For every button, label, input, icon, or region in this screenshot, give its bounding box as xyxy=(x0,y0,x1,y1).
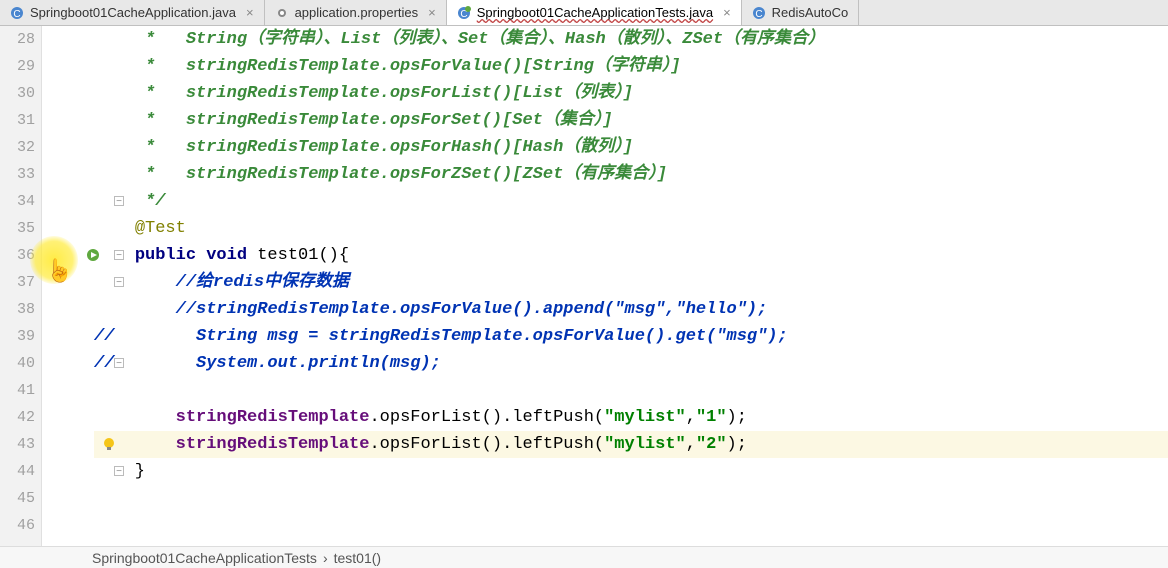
svg-text:C: C xyxy=(13,9,20,20)
code-line[interactable]: // String msg = stringRedisTemplate.opsF… xyxy=(94,323,1168,350)
code-line[interactable]: * stringRedisTemplate.opsForSet()[Set（集合… xyxy=(94,107,1168,134)
class-file-icon: C xyxy=(10,6,24,20)
code-line[interactable]: * String（字符串）、List（列表）、Set（集合）、Hash（散列）、… xyxy=(94,26,1168,53)
line-number: 28 xyxy=(0,26,35,53)
editor-area: 28293031323334353637383940414243444546 −… xyxy=(0,26,1168,546)
line-number: 34 xyxy=(0,188,35,215)
fold-end-icon[interactable]: − xyxy=(114,196,124,206)
class-file-icon: C xyxy=(752,6,766,20)
code-line[interactable]: //stringRedisTemplate.opsForValue().appe… xyxy=(94,296,1168,323)
tab-label: application.properties xyxy=(295,5,419,20)
code-line[interactable]: public void test01(){ xyxy=(94,242,1168,269)
tab-label: Springboot01CacheApplicationTests.java xyxy=(477,5,713,20)
fold-start-icon[interactable]: − xyxy=(114,250,124,260)
line-number-gutter: 28293031323334353637383940414243444546 xyxy=(0,26,42,546)
class-file-icon: C xyxy=(457,6,471,20)
run-test-icon[interactable] xyxy=(86,248,100,262)
close-icon[interactable]: × xyxy=(424,5,436,20)
line-number: 43 xyxy=(0,431,35,458)
fold-end-icon[interactable]: − xyxy=(114,358,124,368)
tab-label: Springboot01CacheApplication.java xyxy=(30,5,236,20)
line-number: 37 xyxy=(0,269,35,296)
line-number: 33 xyxy=(0,161,35,188)
line-number: 31 xyxy=(0,107,35,134)
tab-bar: CSpringboot01CacheApplication.java×appli… xyxy=(0,0,1168,26)
line-number: 32 xyxy=(0,134,35,161)
code-line[interactable]: */ xyxy=(94,188,1168,215)
breadcrumb-class[interactable]: Springboot01CacheApplicationTests xyxy=(92,550,317,566)
tab-label: RedisAutoCo xyxy=(772,5,849,20)
breadcrumb[interactable]: Springboot01CacheApplicationTests › test… xyxy=(0,546,1168,568)
line-number: 45 xyxy=(0,485,35,512)
tab-3[interactable]: C RedisAutoCo xyxy=(742,0,860,25)
line-number: 44 xyxy=(0,458,35,485)
properties-file-icon xyxy=(275,6,289,20)
line-number: 42 xyxy=(0,404,35,431)
code-line[interactable]: //给redis中保存数据 xyxy=(94,269,1168,296)
fold-start-icon[interactable]: − xyxy=(114,277,124,287)
line-number: 39 xyxy=(0,323,35,350)
code-line[interactable] xyxy=(94,485,1168,512)
code-line[interactable] xyxy=(94,512,1168,539)
tab-0[interactable]: C Springboot01CacheApplication.java × xyxy=(0,0,265,25)
code-line[interactable]: stringRedisTemplate.opsForList().leftPus… xyxy=(94,404,1168,431)
code-line[interactable]: } xyxy=(94,458,1168,485)
close-icon[interactable]: × xyxy=(242,5,254,20)
intention-bulb-icon[interactable] xyxy=(102,437,116,451)
tab-1[interactable]: application.properties × xyxy=(265,0,447,25)
gutter-icons: −−−−− xyxy=(42,26,92,546)
code-line[interactable]: stringRedisTemplate.opsForList().leftPus… xyxy=(94,431,1168,458)
code-line[interactable]: * stringRedisTemplate.opsForValue()[Stri… xyxy=(94,53,1168,80)
tab-2[interactable]: C Springboot01CacheApplicationTests.java × xyxy=(447,0,742,25)
close-icon[interactable]: × xyxy=(719,5,731,20)
line-number: 38 xyxy=(0,296,35,323)
line-number: 41 xyxy=(0,377,35,404)
code-line[interactable]: // System.out.println(msg); xyxy=(94,350,1168,377)
line-number: 35 xyxy=(0,215,35,242)
fold-end-icon[interactable]: − xyxy=(114,466,124,476)
code-line[interactable]: * stringRedisTemplate.opsForZSet()[ZSet（… xyxy=(94,161,1168,188)
line-number: 30 xyxy=(0,80,35,107)
line-number: 46 xyxy=(0,512,35,539)
code-editor[interactable]: * String（字符串）、List（列表）、Set（集合）、Hash（散列）、… xyxy=(92,26,1168,546)
line-number: 40 xyxy=(0,350,35,377)
svg-text:C: C xyxy=(755,9,762,20)
code-line[interactable]: * stringRedisTemplate.opsForList()[List（… xyxy=(94,80,1168,107)
code-line[interactable]: * stringRedisTemplate.opsForHash()[Hash（… xyxy=(94,134,1168,161)
code-line[interactable]: @Test xyxy=(94,215,1168,242)
line-number: 36 xyxy=(0,242,35,269)
code-line[interactable] xyxy=(94,377,1168,404)
breadcrumb-method[interactable]: test01() xyxy=(334,550,381,566)
chevron-icon: › xyxy=(323,550,328,566)
line-number: 29 xyxy=(0,53,35,80)
